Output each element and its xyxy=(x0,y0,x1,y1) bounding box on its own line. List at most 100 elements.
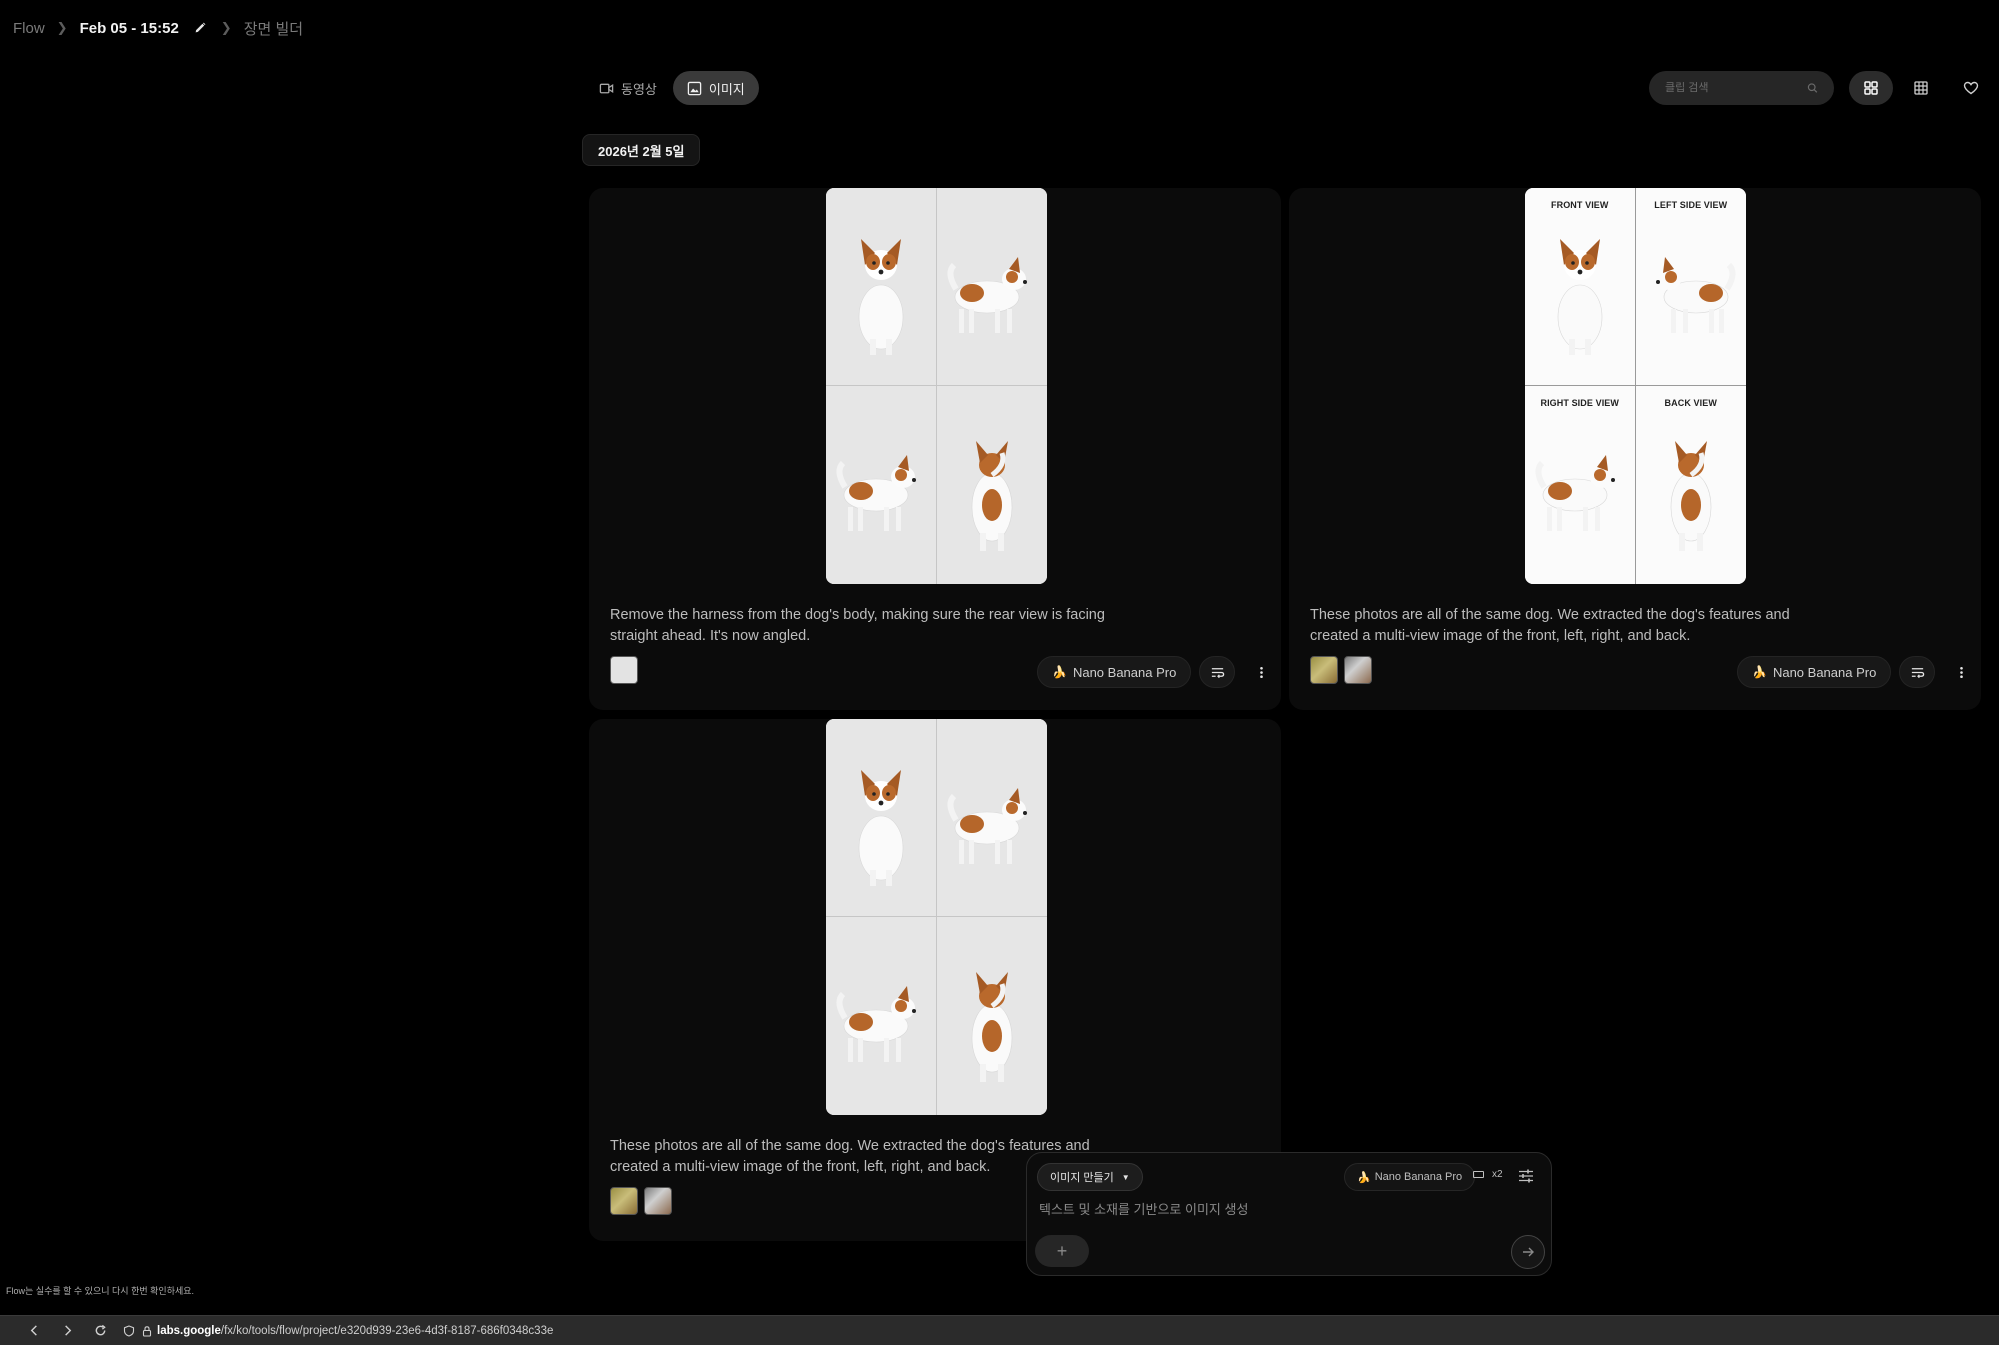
arrow-right-icon xyxy=(1523,1247,1534,1257)
send-button[interactable] xyxy=(1511,1235,1545,1269)
more-options-button[interactable] xyxy=(1943,656,1979,688)
card-actions: 🍌 Nano Banana Pro xyxy=(1037,656,1279,688)
breadcrumb-scene-builder[interactable]: 장면 빌더 xyxy=(244,18,303,39)
reuse-prompt-button[interactable] xyxy=(1899,656,1936,688)
forward-button[interactable] xyxy=(51,1316,84,1345)
favorites-button[interactable] xyxy=(1949,71,1993,105)
model-badge[interactable]: 🍌 Nano Banana Pro xyxy=(1737,656,1892,688)
image-panel-front xyxy=(826,188,937,386)
caret-down-icon: ▼ xyxy=(1121,1172,1130,1182)
image-icon xyxy=(687,81,702,95)
reference-thumbnails xyxy=(610,1187,672,1215)
generated-image[interactable] xyxy=(826,188,1047,584)
reference-thumbnail[interactable] xyxy=(644,1187,672,1215)
grid-large-icon xyxy=(1864,81,1878,95)
view-label: RIGHT SIDE VIEW xyxy=(1540,398,1619,408)
generation-mode-dropdown[interactable]: 이미지 만들기 ▼ xyxy=(1037,1163,1143,1191)
grid-small-icon xyxy=(1914,81,1928,95)
image-panel-front xyxy=(826,719,937,917)
edit-pencil-icon[interactable] xyxy=(193,21,207,35)
banana-icon: 🍌 xyxy=(1752,665,1767,679)
model-selector[interactable]: 🍌 Nano Banana Pro xyxy=(1344,1163,1476,1191)
generated-image[interactable] xyxy=(826,719,1047,1115)
project-title[interactable]: Feb 05 - 15:52 xyxy=(80,20,179,37)
image-card[interactable]: FRONT VIEW LEFT SIDE VIEW RIGHT SIDE VIE… xyxy=(1289,188,1981,710)
back-button[interactable] xyxy=(18,1316,51,1345)
more-vertical-icon xyxy=(1960,666,1963,678)
media-type-tabs: 동영상 이미지 xyxy=(585,71,759,105)
more-options-button[interactable] xyxy=(1243,656,1279,688)
reference-thumbnail[interactable] xyxy=(1310,656,1338,684)
aspect-ratio-icon xyxy=(1473,1171,1484,1178)
shield-icon[interactable] xyxy=(123,1324,135,1337)
prompt-text: These photos are all of the same dog. We… xyxy=(1310,607,1790,644)
search-icon[interactable] xyxy=(1807,82,1818,94)
tab-video-label: 동영상 xyxy=(621,81,657,97)
large-grid-view-button[interactable] xyxy=(1849,71,1893,105)
generated-image[interactable]: FRONT VIEW LEFT SIDE VIEW RIGHT SIDE VIE… xyxy=(1525,188,1746,584)
image-panel-right xyxy=(936,188,1047,386)
image-panel-front: FRONT VIEW xyxy=(1525,188,1636,386)
url-host: labs.google xyxy=(157,1324,221,1337)
more-vertical-icon xyxy=(1260,666,1263,678)
wrap-text-icon xyxy=(1911,667,1925,678)
plus-icon: + xyxy=(1056,1240,1068,1261)
view-label: FRONT VIEW xyxy=(1551,200,1609,210)
card-actions: 🍌 Nano Banana Pro xyxy=(1737,656,1979,688)
image-panel-right: RIGHT SIDE VIEW xyxy=(1525,386,1636,584)
heart-icon xyxy=(1963,81,1979,95)
settings-sliders-icon[interactable] xyxy=(1517,1167,1535,1185)
image-panel-left xyxy=(826,917,937,1115)
reload-icon xyxy=(95,1324,106,1336)
tab-image[interactable]: 이미지 xyxy=(672,71,759,105)
output-count: x2 xyxy=(1492,1169,1503,1180)
reference-thumbnail[interactable] xyxy=(610,1187,638,1215)
breadcrumb-flow-link[interactable]: Flow xyxy=(13,20,45,37)
tab-video[interactable]: 동영상 xyxy=(585,71,671,105)
search-input[interactable] xyxy=(1665,82,1807,94)
reload-button[interactable] xyxy=(84,1316,117,1345)
view-label: BACK VIEW xyxy=(1664,398,1717,408)
banana-icon: 🍌 xyxy=(1357,1171,1371,1184)
image-panel-back: BACK VIEW xyxy=(1635,386,1746,584)
image-panel-right xyxy=(936,719,1047,917)
view-toggle-group xyxy=(1849,71,1993,105)
date-group-chip: 2026년 2월 5일 xyxy=(582,134,701,166)
lock-icon[interactable] xyxy=(141,1325,153,1337)
small-grid-view-button[interactable] xyxy=(1899,71,1943,105)
image-panel-left xyxy=(826,386,937,584)
address-bar-url[interactable]: labs.google/fx/ko/tools/flow/project/e32… xyxy=(157,1325,553,1337)
image-panel-left: LEFT SIDE VIEW xyxy=(1635,188,1746,386)
browser-toolbar: labs.google/fx/ko/tools/flow/project/e32… xyxy=(0,1315,1999,1345)
breadcrumb: Flow ❯ Feb 05 - 15:52 ❯ 장면 빌더 xyxy=(13,18,303,38)
reference-thumbnails xyxy=(1310,656,1372,684)
reuse-prompt-button[interactable] xyxy=(1199,656,1236,688)
chevron-right-icon: ❯ xyxy=(56,20,68,35)
reference-thumbnail[interactable] xyxy=(610,656,638,684)
model-badge-label: Nano Banana Pro xyxy=(1772,664,1877,680)
output-settings[interactable]: x2 xyxy=(1473,1169,1503,1180)
image-panel-back xyxy=(936,386,1047,584)
model-badge[interactable]: 🍌 Nano Banana Pro xyxy=(1037,656,1192,688)
prompt-input[interactable] xyxy=(1039,1199,1539,1225)
prompt-text: Remove the harness from the dog's body, … xyxy=(610,607,1105,644)
add-asset-button[interactable]: + xyxy=(1035,1235,1089,1267)
disclaimer-text: Flow는 실수를 할 수 있으니 다시 한번 확인하세요. xyxy=(6,1286,195,1296)
generation-mode-label: 이미지 만들기 xyxy=(1050,1172,1114,1184)
url-path: /fx/ko/tools/flow/project/e320d939-23e6-… xyxy=(220,1324,554,1337)
chevron-left-icon xyxy=(30,1325,37,1336)
reference-thumbnail[interactable] xyxy=(1344,656,1372,684)
prompt-composer: 이미지 만들기 ▼ 🍌Nano Banana Pro x2 + xyxy=(1026,1152,1552,1276)
model-selector-label: Nano Banana Pro xyxy=(1374,1171,1463,1183)
wrap-text-icon xyxy=(1211,667,1225,678)
banana-icon: 🍌 xyxy=(1052,665,1067,679)
tab-image-label: 이미지 xyxy=(708,81,745,97)
view-label: LEFT SIDE VIEW xyxy=(1654,200,1728,210)
model-badge-label: Nano Banana Pro xyxy=(1072,664,1177,680)
image-panel-back xyxy=(936,917,1047,1115)
video-icon xyxy=(599,83,614,93)
clip-search[interactable] xyxy=(1649,71,1834,105)
reference-thumbnails xyxy=(610,656,638,684)
chevron-right-icon: ❯ xyxy=(220,20,232,35)
image-card[interactable]: Remove the harness from the dog's body, … xyxy=(589,188,1281,710)
